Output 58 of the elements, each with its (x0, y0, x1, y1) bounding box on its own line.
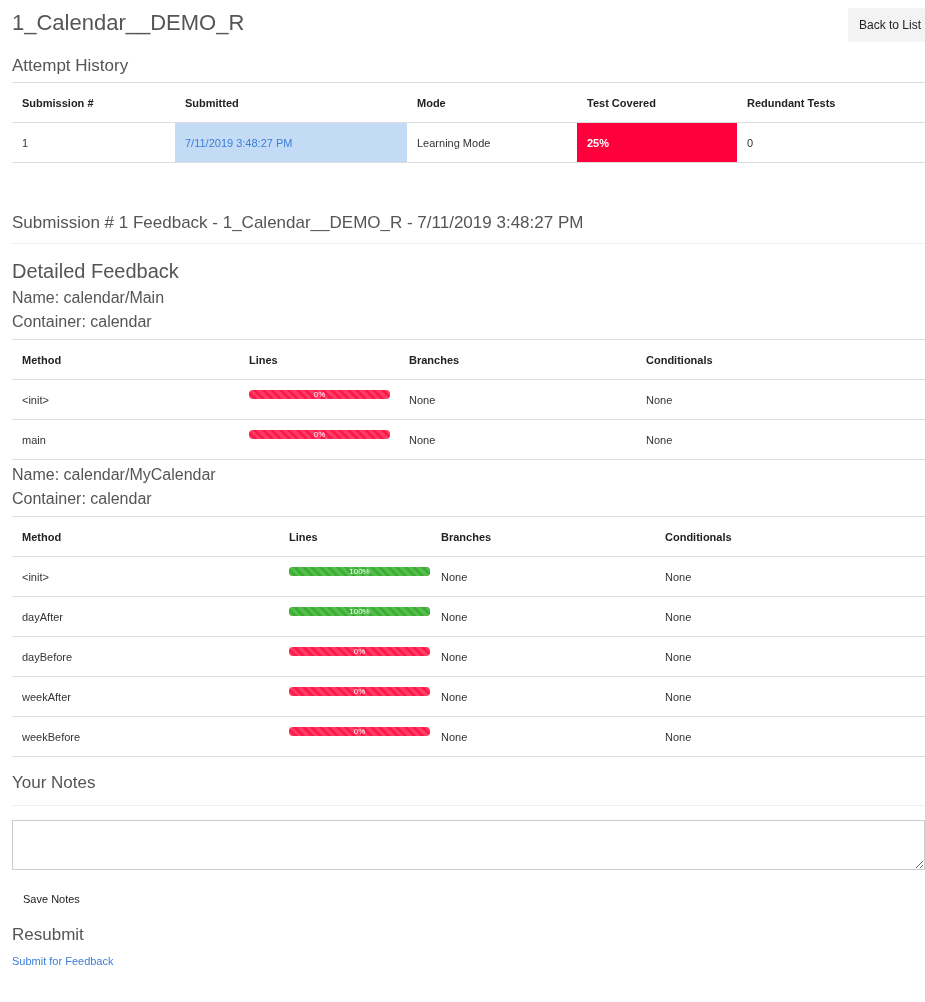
table-cell: None (655, 556, 925, 597)
table-cell: None (636, 379, 925, 420)
table-cell: None (431, 676, 655, 717)
table-cell: None (655, 596, 925, 637)
column-header: Mode (407, 82, 577, 123)
table-cell: None (431, 636, 655, 677)
column-header: Test Covered (577, 82, 737, 123)
section-heading: Attempt History (12, 56, 130, 76)
table-cell: main (12, 419, 239, 460)
section-heading: Resubmit (12, 925, 85, 945)
table-cell: None (636, 419, 925, 460)
progress-bar: 100% (289, 606, 430, 616)
table-cell: None (655, 716, 925, 757)
progress-bar: 0% (249, 389, 390, 399)
column-header: Redundant Tests (737, 82, 925, 123)
column-header: Lines (239, 339, 399, 380)
column-header: Branches (399, 339, 636, 380)
class-name: Name: calendar/MyCalendar (12, 466, 217, 484)
column-header: Lines (279, 516, 431, 557)
container-name: Container: calendar (12, 313, 153, 331)
column-header: Conditionals (655, 516, 925, 557)
table-cell: 0 (737, 122, 925, 163)
submit-for-feedback-link[interactable]: Submit for Feedback (12, 955, 114, 967)
back-to-list-button[interactable]: Back to List (847, 8, 925, 42)
column-header: Submitted (175, 82, 407, 123)
table-cell: None (655, 636, 925, 677)
table-cell: None (399, 419, 636, 460)
table-cell: 7/11/2019 3:48:27 PM (175, 122, 407, 163)
table-cell: <init> (12, 556, 279, 597)
page-title: 1_Calendar__DEMO_R (12, 10, 245, 36)
progress-bar: 100% (289, 566, 430, 576)
column-header: Submission # (12, 82, 175, 123)
column-header: Method (12, 516, 279, 557)
column-header: Method (12, 339, 239, 380)
table-cell: <init> (12, 379, 239, 420)
progress-bar: 0% (289, 686, 430, 696)
table-cell: weekAfter (12, 676, 279, 717)
table-cell: 25% (577, 122, 737, 163)
progress-bar: 0% (249, 429, 390, 439)
notes-field[interactable] (12, 820, 925, 870)
column-header: Branches (431, 516, 655, 557)
feedback-heading: Submission # 1 Feedback - 1_Calendar__DEMO_R - 7/11/2019 3:48:27 PM (12, 213, 925, 244)
table-cell: dayBefore (12, 636, 279, 677)
table-cell: None (431, 556, 655, 597)
progress-bar: 0% (289, 726, 430, 736)
table-cell: None (431, 596, 655, 637)
table-cell: None (655, 676, 925, 717)
table-cell: weekBefore (12, 716, 279, 757)
save-notes-button[interactable]: Save Notes (12, 892, 91, 906)
section-heading: Your Notes (12, 773, 925, 806)
table-cell: None (399, 379, 636, 420)
container-name: Container: calendar (12, 490, 153, 508)
section-heading: Detailed Feedback (12, 260, 180, 283)
table-cell: None (431, 716, 655, 757)
progress-bar: 0% (289, 646, 430, 656)
class-name: Name: calendar/Main (12, 289, 166, 307)
table-cell: dayAfter (12, 596, 279, 637)
column-header: Conditionals (636, 339, 925, 380)
